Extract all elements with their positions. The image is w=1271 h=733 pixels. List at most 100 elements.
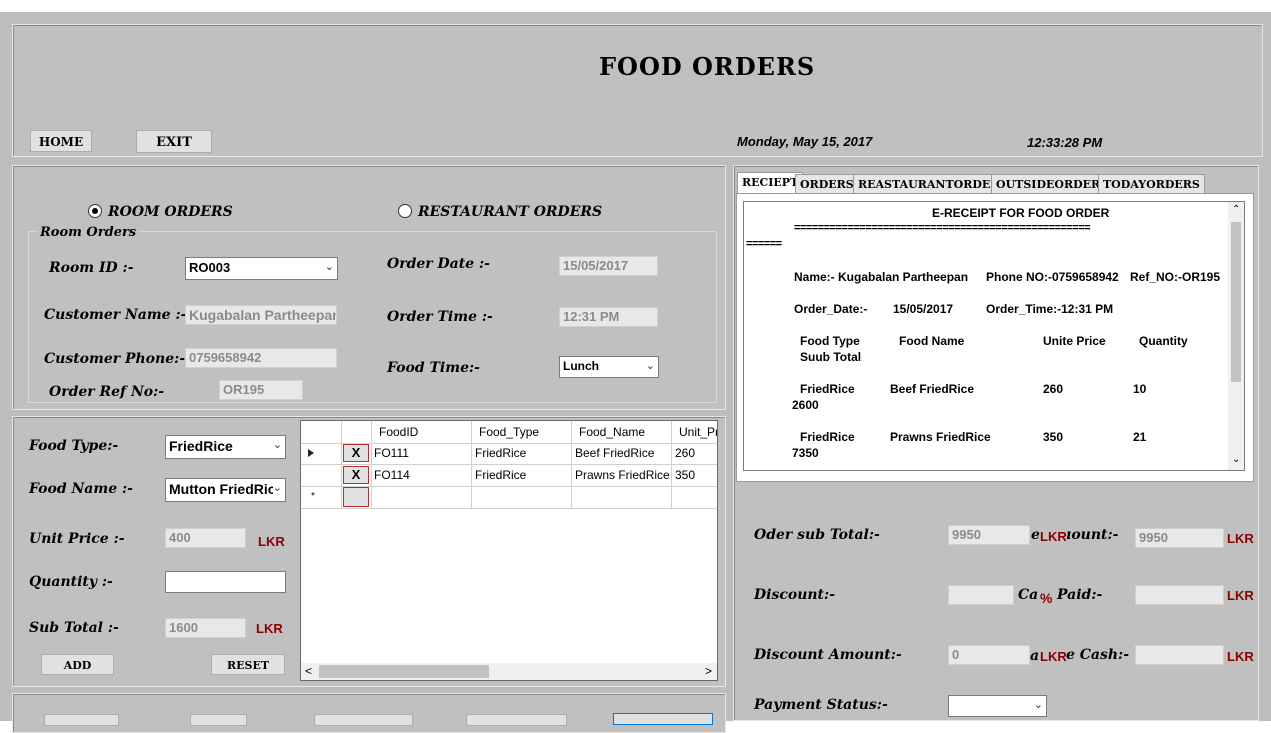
cell-food-type[interactable]: FriedRice — [475, 468, 526, 482]
cell-food-id[interactable]: FO114 — [374, 468, 410, 482]
room-orders-radio[interactable] — [88, 204, 102, 218]
sub-total-field[interactable]: 1600 — [165, 618, 246, 638]
payment-status-select[interactable]: ⌄ — [948, 695, 1047, 717]
receipt-col-quantity: Quantity — [1139, 334, 1188, 348]
discount-amount-field[interactable]: 0 — [948, 645, 1030, 665]
new-row-delete-button[interactable] — [343, 487, 369, 507]
current-date: Monday, May 15, 2017 — [737, 134, 873, 149]
receipt-item-name: Beef FriedRice — [890, 382, 975, 396]
receipt-col-unit-price: Unite Price — [1043, 334, 1106, 348]
bottom-button-2[interactable] — [190, 714, 247, 726]
discount-amount-label: Discount Amount:- — [754, 647, 902, 663]
grid-col-food-name[interactable]: Food_Name — [579, 425, 645, 439]
customer-phone-field[interactable]: 0759658942 — [185, 348, 337, 368]
discount-percent: % — [1040, 590, 1053, 606]
discount-field[interactable] — [948, 585, 1014, 605]
cell-food-name[interactable]: Prawns FriedRice — [575, 468, 670, 482]
cell-food-type[interactable]: FriedRice — [475, 446, 526, 460]
scroll-left-arrow-icon[interactable]: < — [305, 664, 312, 678]
delete-row-button[interactable]: X — [343, 466, 369, 484]
room-orders-label: ROOM ORDERS — [108, 204, 233, 220]
scroll-right-arrow-icon[interactable]: > — [705, 664, 712, 678]
grid-col-unit-price[interactable]: Unit_Pri — [679, 425, 717, 439]
bottom-button-1[interactable] — [44, 714, 119, 726]
tab-reastaurantorders[interactable]: REASTAURANTORDERS — [853, 174, 1013, 194]
discount-label: Discount:- — [754, 587, 836, 603]
bottom-button-3[interactable] — [314, 714, 413, 726]
tab-orders[interactable]: ORDERS — [795, 174, 859, 194]
tab-outsideorders[interactable]: OUTSIDEORDERS — [991, 174, 1114, 194]
tab-todayorders[interactable]: TODAYORDERS — [1098, 174, 1205, 194]
room-id-value: RO003 — [189, 260, 231, 275]
order-date-field[interactable]: 15/05/2017 — [559, 256, 658, 276]
customer-name-field[interactable]: Kugabalan Partheepan — [185, 305, 337, 325]
order-ref-label: Order Ref No:- — [49, 384, 165, 400]
receipt-textbox[interactable]: E-RECEIPT FOR FOOD ORDER ===============… — [743, 201, 1245, 471]
page-title: FOOD ORDERS — [599, 52, 816, 81]
receipt-item-type: FriedRice — [800, 430, 855, 444]
add-button[interactable]: ADD — [41, 654, 114, 675]
total-amount-field[interactable]: 9950 — [1135, 528, 1224, 548]
order-sub-total-field[interactable]: 9950 — [948, 525, 1030, 545]
food-order-grid[interactable]: FoodID Food_Type Food_Name Unit_Pri X FO… — [300, 420, 718, 681]
balance-cash-field[interactable] — [1135, 645, 1224, 665]
reset-button[interactable]: RESET — [211, 654, 285, 675]
exit-button[interactable]: EXIT — [136, 130, 212, 153]
chevron-down-icon: ⌄ — [645, 360, 655, 372]
receipt-ref: Ref_NO:-OR195 — [1130, 270, 1221, 284]
unit-price-label: Unit Price :- — [29, 531, 125, 547]
chevron-down-icon: ⌄ — [324, 261, 334, 273]
receipt-col-sub-total: Suub Total — [800, 350, 862, 364]
quantity-label: Quantity :- — [29, 574, 113, 590]
unit-price-field[interactable]: 400 — [165, 528, 246, 548]
food-time-select[interactable]: Lunch ⌄ — [559, 356, 659, 378]
tab-reciept[interactable]: RECIEPT — [737, 172, 804, 194]
food-time-label: Food Time:- — [387, 360, 480, 376]
scrollbar-thumb[interactable] — [319, 665, 489, 678]
title-bar-strip — [0, 0, 1271, 12]
order-ref-field[interactable]: OR195 — [219, 380, 303, 400]
delete-row-button[interactable]: X — [343, 444, 369, 462]
cell-food-name[interactable]: Beef FriedRice — [575, 446, 654, 460]
grid-col-foodid[interactable]: FoodID — [379, 425, 418, 439]
grid-horizontal-scrollbar[interactable]: < > — [301, 663, 717, 680]
food-type-select[interactable]: FriedRice ⌄ — [165, 435, 286, 459]
order-time-field[interactable]: 12:31 PM — [559, 307, 658, 327]
scroll-up-arrow-icon[interactable]: ⌃ — [1232, 204, 1240, 215]
receipt-vertical-scrollbar[interactable]: ⌃ ⌄ — [1228, 202, 1244, 470]
cell-unit-price[interactable]: 260 — [675, 446, 695, 460]
cell-food-id[interactable]: FO111 — [374, 446, 409, 460]
home-button[interactable]: HOME — [30, 130, 92, 152]
amount-label-suffix: ıount:- — [1066, 527, 1119, 543]
receipt-item-type: FriedRice — [800, 382, 855, 396]
receipt-col-food-type: Food Type — [800, 334, 860, 348]
bottom-button-4[interactable] — [466, 714, 567, 726]
receipt-item-name: Prawns FriedRice — [890, 430, 991, 444]
quantity-field[interactable] — [165, 571, 286, 593]
payment-status-label: Payment Status:- — [754, 697, 888, 713]
food-name-select[interactable]: Mutton FriedRic ⌄ — [165, 478, 286, 502]
room-id-select[interactable]: RO003 ⌄ — [185, 257, 338, 280]
food-time-value: Lunch — [563, 359, 599, 373]
chevron-down-icon: ⌄ — [272, 481, 282, 494]
cell-unit-price[interactable]: 350 — [675, 468, 695, 482]
receipt-order-date-value: 15/05/2017 — [893, 302, 954, 316]
scroll-down-arrow-icon[interactable]: ⌄ — [1232, 454, 1240, 465]
restaurant-orders-radio[interactable] — [398, 204, 412, 218]
order-sub-total-label: Oder sub Total:- — [754, 527, 880, 543]
receipt-item-price: 260 — [1043, 382, 1064, 396]
scrollbar-thumb[interactable] — [1231, 222, 1241, 382]
amount-label-prefix: e — [1031, 527, 1040, 543]
balance-cash-currency: LKR — [1227, 649, 1254, 664]
row-selector-arrow-icon — [308, 449, 314, 457]
bottom-button-5[interactable] — [613, 713, 713, 725]
cash-label-suffix: e Cash:- — [1066, 647, 1130, 663]
room-id-label: Room ID :- — [49, 260, 134, 276]
receipt-col-food-name: Food Name — [899, 334, 965, 348]
cash-paid-field[interactable] — [1135, 585, 1224, 605]
food-name-label: Food Name :- — [29, 481, 133, 497]
receipt-separator: ========================================… — [794, 222, 1091, 234]
food-type-value: FriedRice — [169, 438, 233, 454]
food-type-label: Food Type:- — [29, 438, 119, 454]
grid-col-food-type[interactable]: Food_Type — [479, 425, 539, 439]
